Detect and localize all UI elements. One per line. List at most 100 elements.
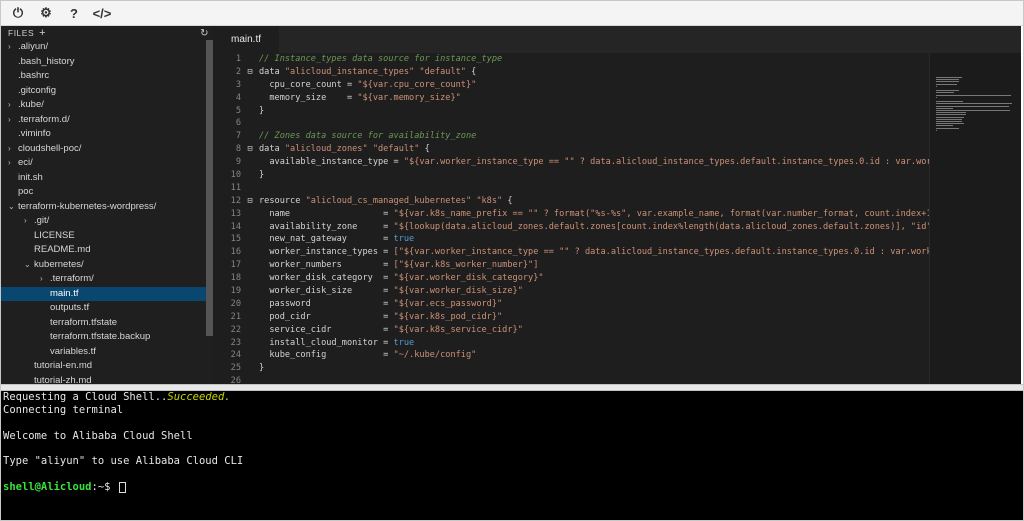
pane-resize-handle[interactable] bbox=[1, 384, 1023, 391]
code-token: } bbox=[259, 105, 265, 116]
cloud-shell-window: ⏻ ⚙? </> FILES + ↻ › .aliyun/.bash_history.… bbox=[0, 0, 1024, 521]
file-tree-item[interactable]: outputs.tf bbox=[1, 301, 213, 316]
chevron-right-icon: › bbox=[8, 143, 11, 153]
terminal-text: Requesting a Cloud Shell.. bbox=[3, 391, 168, 403]
fold-blank bbox=[244, 337, 256, 350]
code-line: service_cidr = "${var.k8s_service_cidr}" bbox=[259, 324, 929, 337]
file-tree-label: cloudshell-poc/ bbox=[18, 142, 82, 154]
file-tree-item[interactable]: › cloudshell-poc/ bbox=[1, 142, 213, 157]
fold-toggle-icon[interactable]: ⊟ bbox=[244, 195, 256, 208]
file-tree-item[interactable]: variables.tf bbox=[1, 345, 213, 360]
file-tree-item[interactable]: .viminfo bbox=[1, 127, 213, 142]
file-tree-item[interactable]: › .git/ bbox=[1, 214, 213, 229]
minimap-line bbox=[936, 105, 1010, 107]
fold-blank bbox=[244, 221, 256, 234]
code-token: true bbox=[393, 337, 415, 348]
fold-blank bbox=[244, 53, 256, 66]
tab-main-tf[interactable]: main.tf bbox=[213, 26, 280, 53]
terminal-line: Requesting a Cloud Shell..Succeeded. bbox=[3, 391, 1023, 404]
code-line: name = "${var.k8s_name_prefix == "" ? fo… bbox=[259, 208, 929, 221]
code-token: ["${var.worker_instance_type == "" ? dat… bbox=[393, 247, 929, 258]
code-line: password = "${var.ecs_password}" bbox=[259, 298, 929, 311]
fold-blank bbox=[244, 208, 256, 221]
line-number: 5 bbox=[235, 105, 241, 116]
code-token: // Zones data source for availability_zo… bbox=[259, 131, 477, 142]
file-tree-item[interactable]: › .aliyun/ bbox=[1, 40, 213, 55]
file-tree-item[interactable]: › .terraform.d/ bbox=[1, 113, 213, 128]
fold-blank bbox=[244, 117, 256, 130]
minimap-line bbox=[936, 110, 1011, 111]
file-tree-item[interactable]: terraform.tfstate bbox=[1, 316, 213, 331]
file-tree-item[interactable]: › .kube/ bbox=[1, 98, 213, 113]
file-tree-item[interactable]: terraform.tfstate.backup bbox=[1, 330, 213, 345]
power-button[interactable]: ⏻ bbox=[7, 2, 29, 24]
chevron-down-icon: ⌄ bbox=[8, 201, 15, 211]
file-tree-item[interactable]: › .terraform/ bbox=[1, 272, 213, 287]
terminal-text: Succeeded. bbox=[167, 391, 231, 403]
file-tree-item[interactable]: .bash_history bbox=[1, 55, 213, 70]
editor-tabs: main.tf bbox=[213, 26, 1021, 53]
fold-toggle-icon[interactable]: ⊟ bbox=[244, 143, 256, 156]
file-tree-item[interactable]: tutorial-zh.md bbox=[1, 374, 213, 385]
files-title: FILES bbox=[8, 28, 35, 38]
terminal-line: Welcome to Alibaba Cloud Shell bbox=[3, 430, 1023, 443]
file-tree-label: init.sh bbox=[18, 171, 43, 183]
line-number: 23 bbox=[230, 337, 241, 348]
file-tree-label: poc bbox=[18, 186, 34, 197]
help-button[interactable]: ? bbox=[63, 2, 85, 24]
file-tree-item[interactable]: tutorial-en.md bbox=[1, 359, 213, 374]
refresh-icon[interactable]: ↻ bbox=[200, 28, 209, 39]
fold-blank bbox=[244, 285, 256, 298]
terminal-cursor[interactable] bbox=[118, 481, 126, 493]
file-tree-item[interactable]: ⌄ terraform-kubernetes-wordpress/ bbox=[1, 200, 213, 215]
code-token: "${lookup(data.alicloud_zones.default.zo… bbox=[393, 221, 929, 232]
file-tree-item[interactable]: .bashrc bbox=[1, 69, 213, 84]
file-tree-item[interactable]: › eci/ bbox=[1, 156, 213, 171]
minimap-line bbox=[936, 125, 953, 127]
code-token: availability_zone = bbox=[259, 221, 394, 232]
file-tree-item[interactable]: poc bbox=[1, 185, 213, 200]
file-tree-item[interactable]: .gitconfig bbox=[1, 84, 213, 99]
sidebar-scrollbar[interactable] bbox=[206, 40, 213, 336]
file-tree-item[interactable]: README.md bbox=[1, 243, 213, 258]
fold-blank bbox=[244, 92, 256, 105]
add-file-icon[interactable]: + bbox=[39, 27, 46, 39]
code-token: { bbox=[419, 144, 430, 155]
code-token: "alicloud_cs_managed_kubernetes" "k8s" bbox=[305, 195, 503, 206]
code-line: } bbox=[259, 105, 929, 118]
code-line: availability_zone = "${lookup(data.alicl… bbox=[259, 221, 929, 234]
file-tree-item[interactable]: init.sh bbox=[1, 171, 213, 186]
settings-button[interactable]: ⚙ bbox=[35, 2, 57, 24]
file-tree-label: .bashrc bbox=[18, 70, 50, 81]
terminal-text: Type "aliyun" to use Alibaba Cloud CLI bbox=[3, 455, 244, 468]
line-number: 21 bbox=[230, 311, 241, 322]
line-number: 6 bbox=[235, 118, 241, 129]
file-tree-item[interactable]: ⌄ kubernetes/ bbox=[1, 258, 213, 273]
line-number: 15 bbox=[230, 234, 241, 245]
code-area[interactable]: 1 2 3 4 5 6 7 8 9 10 11 12 13 14 15 16 17 18 19 20 21 22 23 24 2… bbox=[213, 53, 929, 384]
line-number: 14 bbox=[230, 221, 241, 232]
code-token: cpu_core_count = bbox=[259, 79, 358, 90]
minimap[interactable] bbox=[929, 53, 1021, 384]
code-token: "${var.ecs_password}" bbox=[393, 298, 503, 309]
file-tree-item[interactable]: main.tf bbox=[1, 286, 213, 301]
code-token: "alicloud_instance_types" "default" bbox=[284, 66, 466, 77]
file-tree-label: README.md bbox=[34, 244, 91, 255]
file-tree-item[interactable]: LICENSE bbox=[1, 229, 213, 244]
fold-blank bbox=[244, 182, 256, 195]
line-numbers: 1 2 3 4 5 6 7 8 9 10 11 12 13 14 15 16 17 18 19 20 21 22 23 24 2… bbox=[213, 53, 241, 384]
code-line: data "alicloud_instance_types" "default"… bbox=[259, 66, 929, 79]
fold-blank bbox=[244, 105, 256, 118]
minimap-line bbox=[936, 96, 937, 98]
terminal[interactable]: Requesting a Cloud Shell..Succeeded. Conn… bbox=[1, 391, 1023, 520]
fold-toggle-icon[interactable]: ⊟ bbox=[244, 66, 256, 79]
power-icon: ⏻ bbox=[12, 5, 24, 20]
minimap-line bbox=[936, 129, 937, 131]
line-number: 22 bbox=[230, 324, 241, 335]
code-token: worker_disk_category = bbox=[259, 273, 394, 284]
code-text[interactable]: // Instance_types data source for instan… bbox=[259, 53, 929, 384]
files-header: FILES + ↻ bbox=[1, 26, 213, 40]
code-line: worker_numbers = ["${var.k8s_worker_numb… bbox=[259, 259, 929, 272]
code-button[interactable]: </> bbox=[91, 2, 113, 24]
